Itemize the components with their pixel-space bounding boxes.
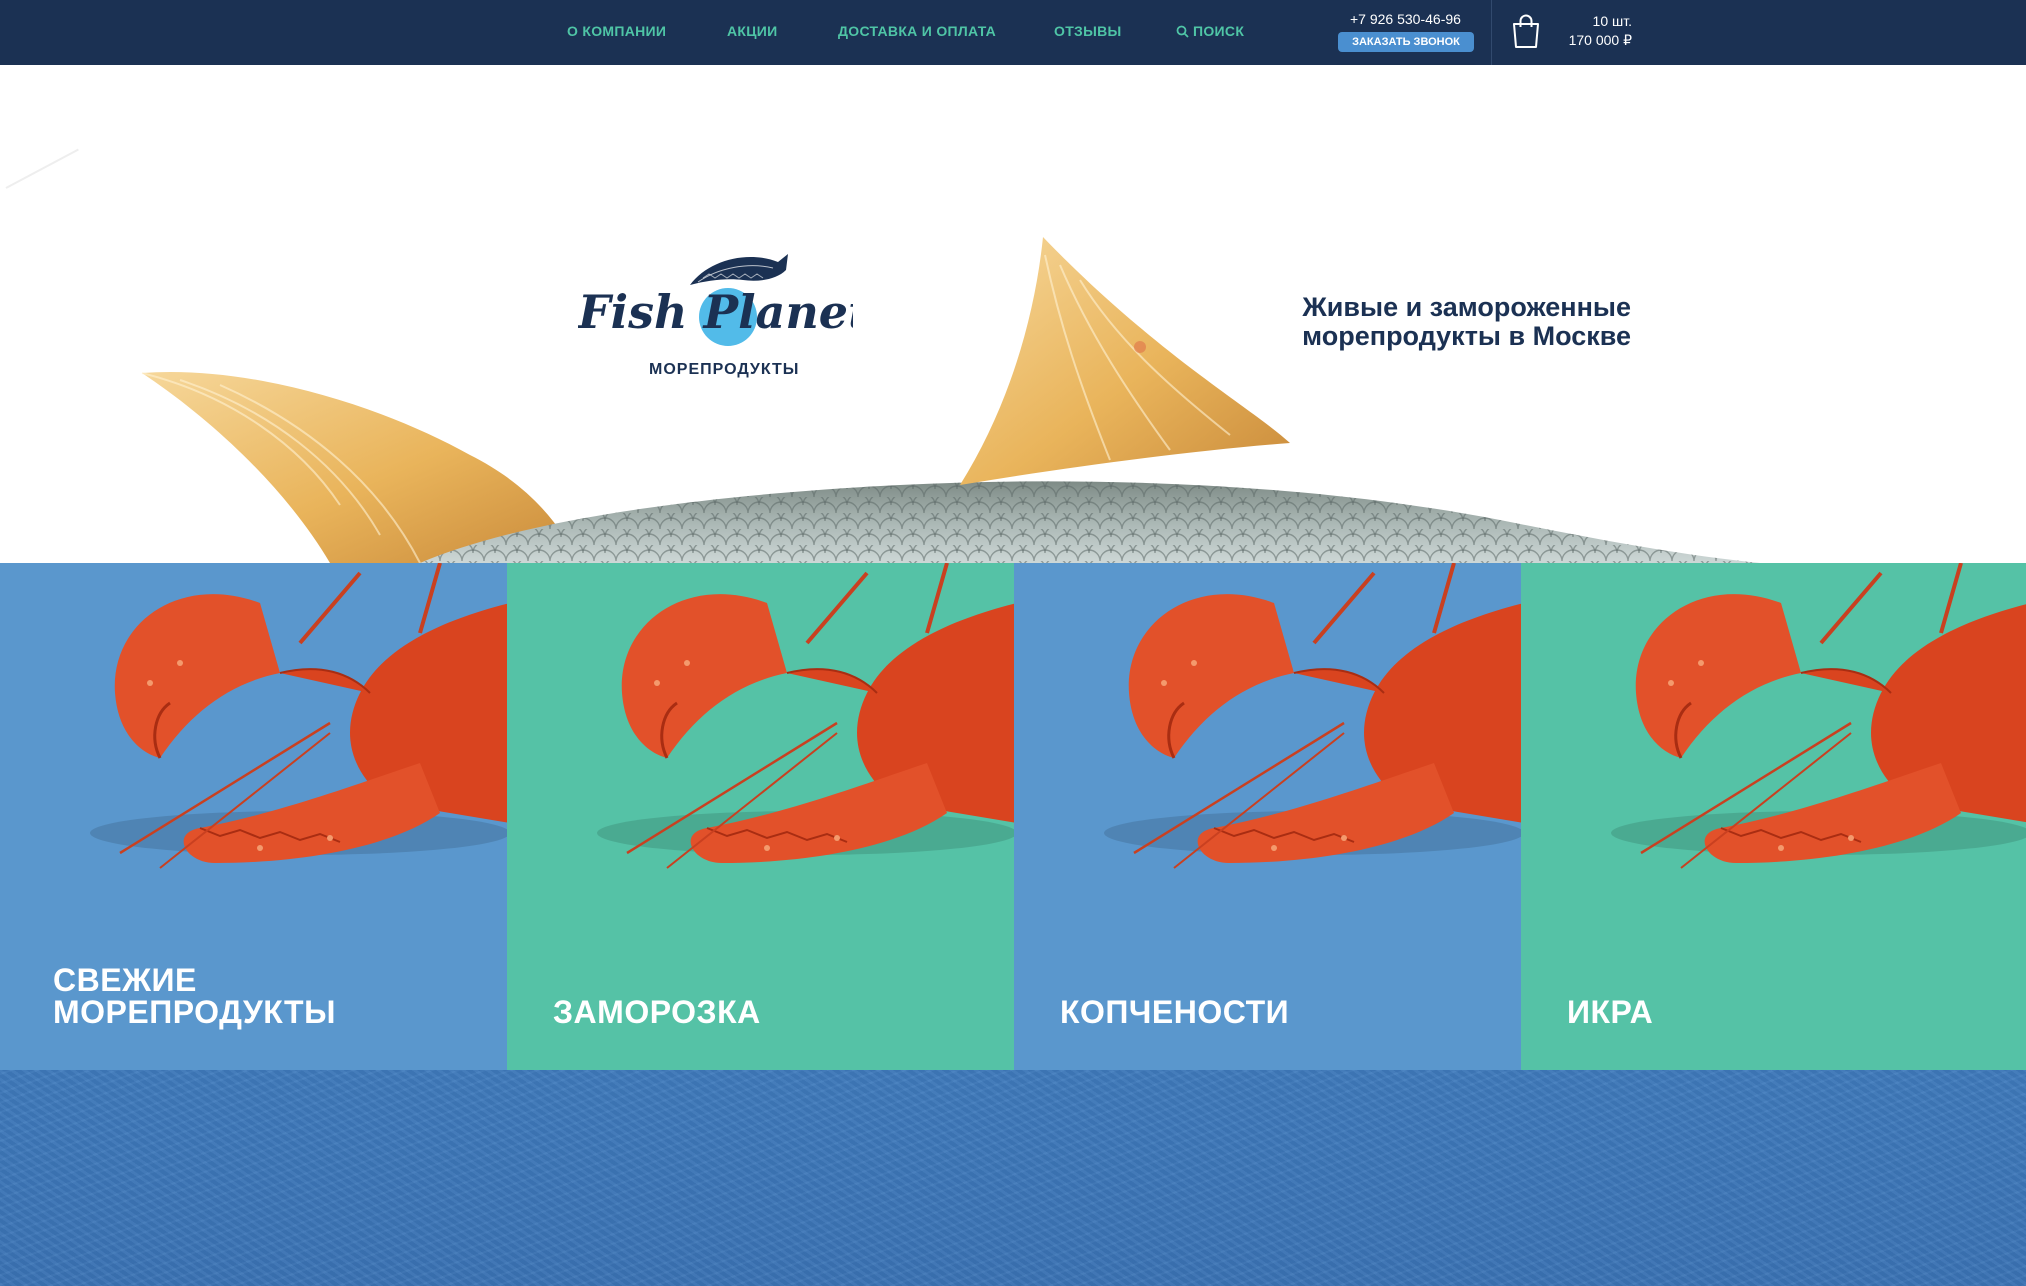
lobster-image bbox=[1104, 563, 1521, 869]
hero-tagline: Живые и замороженные морепродукты в Моск… bbox=[1302, 293, 1631, 351]
search-icon bbox=[1176, 25, 1189, 41]
category-title: КОПЧЕНОСТИ bbox=[1060, 996, 1289, 1028]
cart-quantity[interactable]: 10 шт. bbox=[1593, 13, 1632, 29]
phone-number[interactable]: +7 926 530-46-96 bbox=[1350, 11, 1461, 27]
shopping-bag-icon[interactable] bbox=[1511, 13, 1541, 49]
category-title-line-2: МОРЕПРОДУКТЫ bbox=[53, 994, 336, 1030]
top-navigation-bar: О КОМПАНИИ АКЦИИ ДОСТАВКА И ОПЛАТА ОТЗЫВ… bbox=[0, 0, 2026, 65]
fish-planet-logo: Fish Planet bbox=[578, 254, 853, 346]
logo-subtitle: МОРЕПРОДУКТЫ bbox=[649, 361, 800, 378]
nav-item-delivery-payment[interactable]: ДОСТАВКА И ОПЛАТА bbox=[838, 23, 996, 39]
nav-item-search[interactable]: ПОИСК bbox=[1176, 23, 1244, 41]
lobster-image bbox=[90, 563, 507, 869]
nav-search-label: ПОИСК bbox=[1193, 23, 1245, 39]
tagline-line-1: Живые и замороженные bbox=[1302, 292, 1631, 322]
category-title-line-1: СВЕЖИЕ bbox=[53, 962, 197, 998]
category-tile-caviar[interactable]: ИКРА bbox=[1521, 563, 2026, 1070]
nav-item-about[interactable]: О КОМПАНИИ bbox=[567, 23, 666, 39]
category-title-line-2: КОПЧЕНОСТИ bbox=[1060, 994, 1290, 1030]
lobster-image bbox=[1611, 563, 2026, 869]
category-title: СВЕЖИЕ МОРЕПРОДУКТЫ bbox=[53, 964, 336, 1028]
fish-tail-illustration bbox=[141, 237, 1760, 563]
category-tile-frozen[interactable]: ЗАМОРОЗКА bbox=[507, 563, 1014, 1070]
header-divider bbox=[1491, 0, 1492, 65]
texture-overlay bbox=[0, 1070, 2026, 1286]
category-title-line-2: ИКРА bbox=[1567, 994, 1654, 1030]
lobster-image bbox=[597, 563, 1014, 869]
nav-item-reviews[interactable]: ОТЗЫВЫ bbox=[1054, 23, 1122, 39]
category-title: ИКРА bbox=[1567, 996, 1653, 1028]
nav-item-promotions[interactable]: АКЦИИ bbox=[727, 23, 778, 39]
main-menu: О КОМПАНИИ АКЦИИ ДОСТАВКА И ОПЛАТА ОТЗЫВ… bbox=[0, 0, 1300, 65]
category-grid: СВЕЖИЕ МОРЕПРОДУКТЫ ЗАМОРОЗКА КОПЧЕНОСТИ… bbox=[0, 563, 2026, 1070]
category-tile-smoked[interactable]: КОПЧЕНОСТИ bbox=[1014, 563, 1521, 1070]
category-title-line-2: ЗАМОРОЗКА bbox=[553, 994, 761, 1030]
category-tile-fresh[interactable]: СВЕЖИЕ МОРЕПРОДУКТЫ bbox=[0, 563, 507, 1070]
hero-banner: Fish Planet МОРЕПРОДУКТЫ Живые и заморож… bbox=[0, 65, 2026, 563]
request-callback-button[interactable]: ЗАКАЗАТЬ ЗВОНОК bbox=[1338, 32, 1474, 52]
cart-total[interactable]: 170 000 ₽ bbox=[1569, 32, 1632, 49]
category-title: ЗАМОРОЗКА bbox=[553, 996, 761, 1028]
tagline-line-2: морепродукты в Москве bbox=[1302, 321, 1631, 351]
svg-text:Fish Planet: Fish Planet bbox=[578, 285, 853, 339]
textured-background-section bbox=[0, 1070, 2026, 1286]
